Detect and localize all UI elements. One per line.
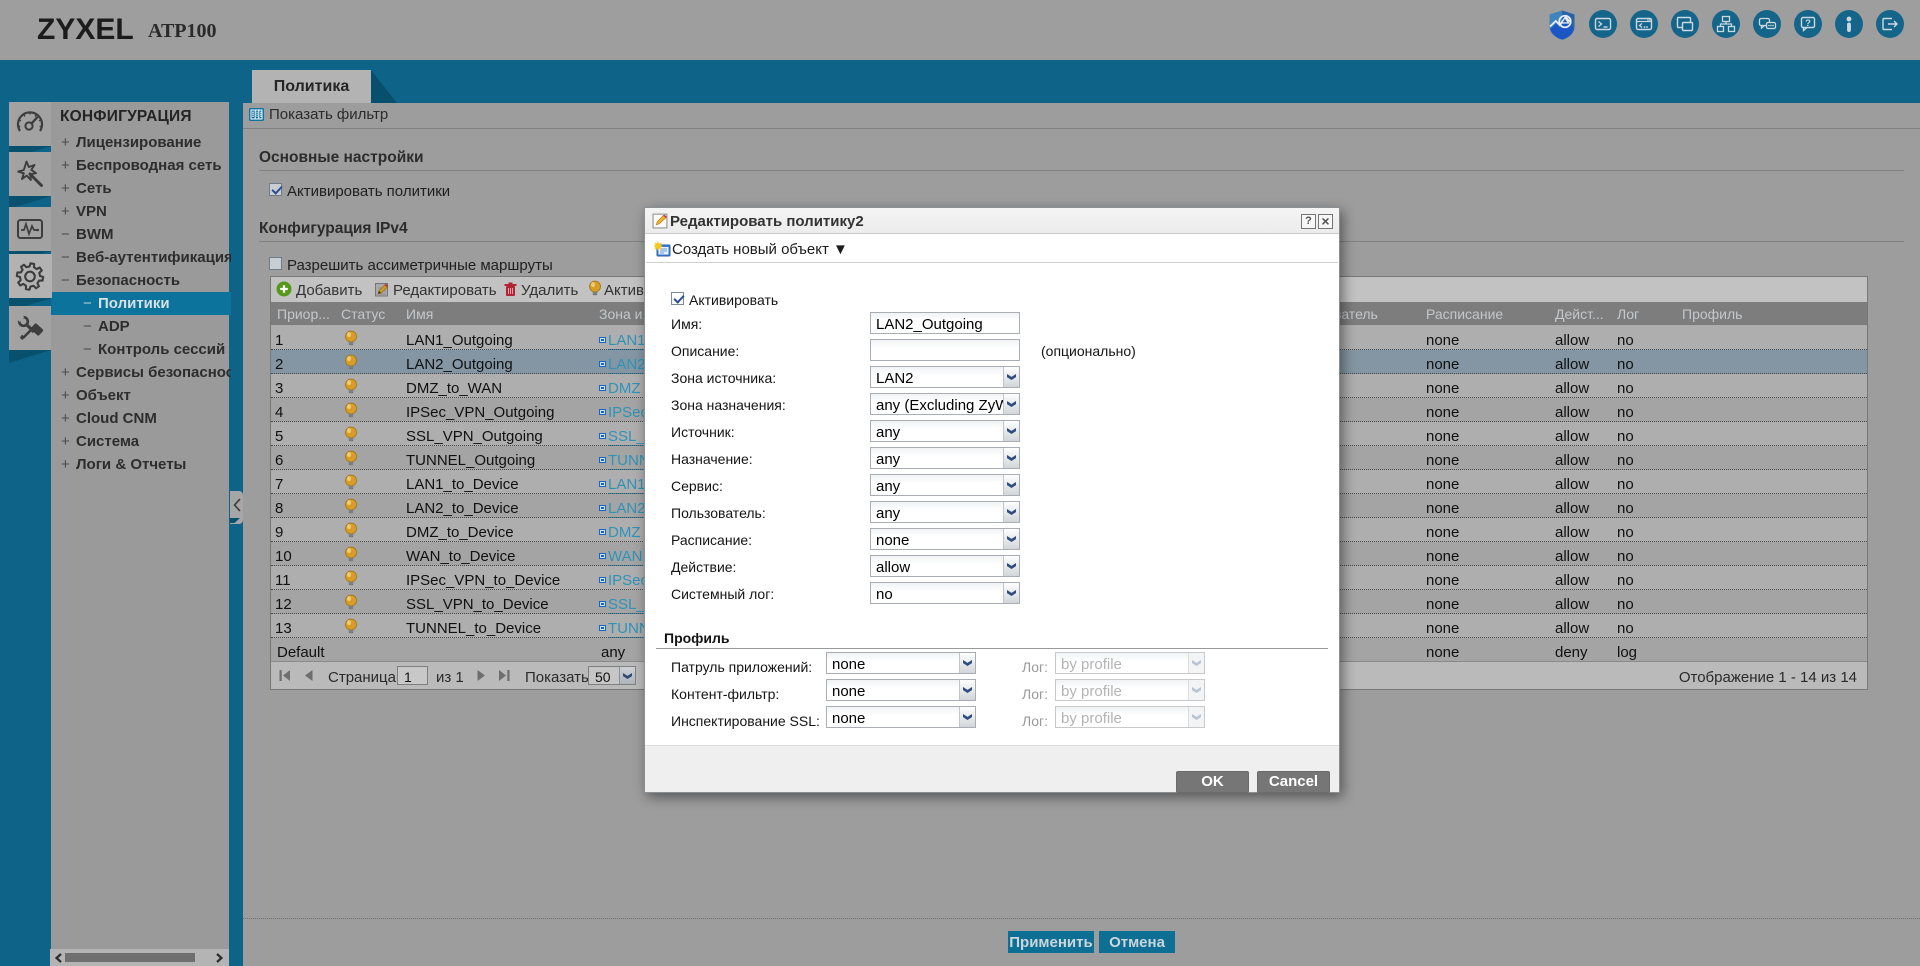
- svg-text:?: ?: [1805, 18, 1811, 29]
